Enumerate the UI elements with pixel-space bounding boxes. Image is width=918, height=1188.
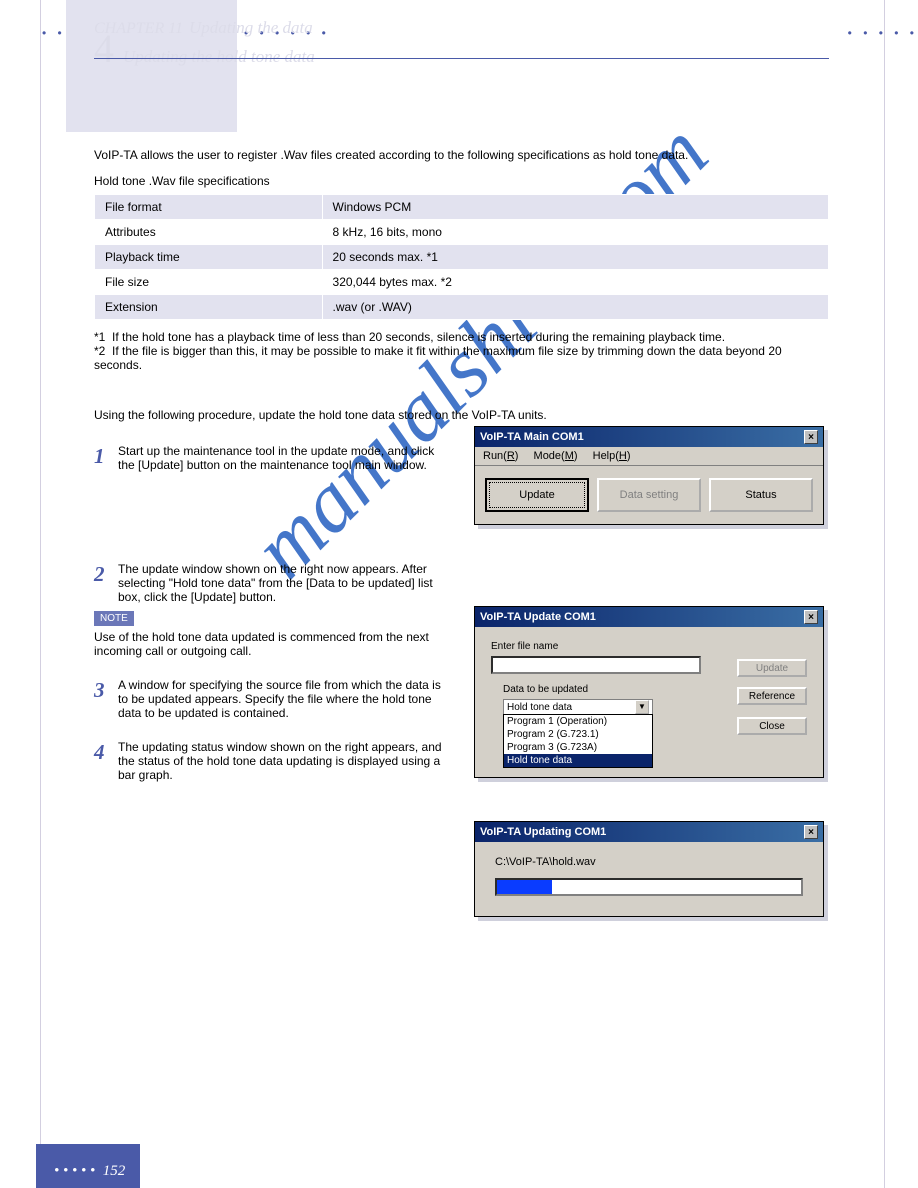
footnote-2: If the file is bigger than this, it may … bbox=[94, 344, 782, 372]
progress-bar bbox=[495, 878, 803, 896]
spec-key: File size bbox=[95, 270, 323, 295]
spec-val: Windows PCM bbox=[322, 195, 828, 220]
page-header: CHAPTER 11 Updating the data 4 Updating … bbox=[94, 18, 315, 68]
step-2: The update window shown on the right now… bbox=[118, 562, 454, 604]
close-button[interactable]: Close bbox=[737, 717, 807, 735]
step-4: The updating status window shown on the … bbox=[118, 740, 454, 782]
enter-file-label: Enter file name bbox=[491, 641, 807, 652]
footnote-1: If the hold tone has a playback time of … bbox=[112, 330, 725, 344]
spec-val: .wav (or .WAV) bbox=[322, 295, 828, 320]
section-number: 4 bbox=[94, 26, 114, 71]
window-title: VoIP-TA Update COM1 bbox=[480, 611, 596, 623]
spec-key: File format bbox=[95, 195, 323, 220]
filename-input[interactable] bbox=[491, 656, 701, 674]
menu-bar: Run(R) Mode(M) Help(H) bbox=[475, 447, 823, 466]
window-title: VoIP-TA Main COM1 bbox=[480, 431, 584, 443]
file-path: C:\VoIP-TA\hold.wav bbox=[495, 856, 803, 868]
intro-text: VoIP-TA allows the user to register .Wav… bbox=[94, 148, 829, 162]
menu-mode[interactable]: Mode(M) bbox=[534, 450, 578, 462]
decorative-dots-right: • • • • • bbox=[848, 26, 918, 40]
step-3: A window for specifying the source file … bbox=[118, 678, 454, 720]
close-icon[interactable]: × bbox=[804, 610, 818, 624]
table-row: Playback time20 seconds max. *1 bbox=[95, 245, 829, 270]
spec-key: Extension bbox=[95, 295, 323, 320]
table-row: File formatWindows PCM bbox=[95, 195, 829, 220]
note-text: Use of the hold tone data updated is com… bbox=[94, 630, 454, 658]
spec-val: 20 seconds max. *1 bbox=[322, 245, 828, 270]
menu-run[interactable]: Run(R) bbox=[483, 450, 518, 462]
section-title: Updating the hold tone data bbox=[123, 47, 315, 66]
update-button: Update bbox=[737, 659, 807, 677]
selected-option: Hold tone data bbox=[507, 702, 572, 713]
window-title: VoIP-TA Updating COM1 bbox=[480, 826, 606, 838]
list-item[interactable]: Program 2 (G.723.1) bbox=[504, 728, 652, 741]
spec-val: 8 kHz, 16 bits, mono bbox=[322, 220, 828, 245]
chevron-down-icon[interactable]: ▼ bbox=[635, 700, 649, 714]
table-row: Attributes8 kHz, 16 bits, mono bbox=[95, 220, 829, 245]
chapter-title: Updating the data bbox=[189, 18, 313, 37]
list-item[interactable]: Program 1 (Operation) bbox=[504, 715, 652, 728]
procedure-lead: Using the following procedure, update th… bbox=[94, 408, 829, 422]
spec-table: File formatWindows PCM Attributes8 kHz, … bbox=[94, 194, 829, 320]
close-icon[interactable]: × bbox=[804, 430, 818, 444]
step-number: 1 bbox=[94, 444, 118, 472]
data-select[interactable]: Hold tone data ▼ bbox=[503, 699, 653, 715]
options-listbox[interactable]: Program 1 (Operation) Program 2 (G.723.1… bbox=[503, 714, 653, 768]
header-rule bbox=[94, 58, 829, 59]
page-number: • • • • • 152 bbox=[54, 1163, 125, 1180]
step-number: 4 bbox=[94, 740, 118, 782]
reference-button[interactable]: Reference bbox=[737, 687, 807, 705]
updating-window: VoIP-TA Updating COM1 × C:\VoIP-TA\hold.w… bbox=[474, 821, 824, 917]
spec-val: 320,044 bytes max. *2 bbox=[322, 270, 828, 295]
table-caption: Hold tone .Wav file specifications bbox=[94, 174, 829, 188]
data-setting-button: Data setting bbox=[597, 478, 701, 512]
step-number: 3 bbox=[94, 678, 118, 720]
spec-key: Attributes bbox=[95, 220, 323, 245]
close-icon[interactable]: × bbox=[804, 825, 818, 839]
step-1: Start up the maintenance tool in the upd… bbox=[118, 444, 454, 472]
main-window: VoIP-TA Main COM1 × Run(R) Mode(M) Help(H… bbox=[474, 426, 824, 525]
list-item[interactable]: Program 3 (G.723A) bbox=[504, 741, 652, 754]
table-row: File size320,044 bytes max. *2 bbox=[95, 270, 829, 295]
menu-help[interactable]: Help(H) bbox=[593, 450, 631, 462]
spec-key: Playback time bbox=[95, 245, 323, 270]
progress-fill bbox=[497, 880, 552, 894]
step-number: 2 bbox=[94, 562, 118, 604]
table-row: Extension.wav (or .WAV) bbox=[95, 295, 829, 320]
update-button[interactable]: Update bbox=[485, 478, 589, 512]
note-tag: NOTE bbox=[94, 611, 134, 626]
status-button[interactable]: Status bbox=[709, 478, 813, 512]
update-window: VoIP-TA Update COM1× Enter file name Dat… bbox=[474, 606, 824, 778]
list-item[interactable]: Hold tone data bbox=[504, 754, 652, 767]
